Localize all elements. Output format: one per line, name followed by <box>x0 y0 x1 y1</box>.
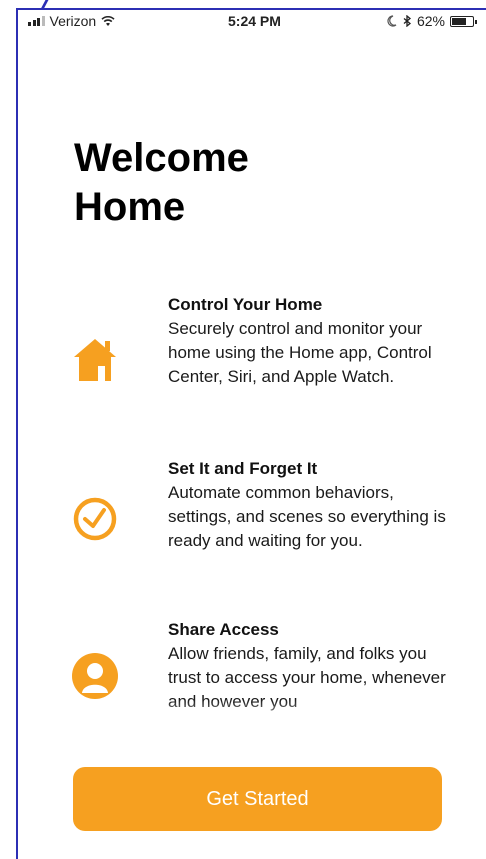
feature-text: Set It and Forget It Automate common beh… <box>168 457 458 553</box>
clock-icon <box>73 497 117 541</box>
feature-heading: Control Your Home <box>168 295 323 314</box>
scroll-fade <box>100 700 480 750</box>
title-line-1: Welcome <box>74 136 249 180</box>
status-left: Verizon <box>28 13 115 29</box>
battery-percent: 62% <box>416 13 445 29</box>
feature-body: Securely control and monitor your home u… <box>168 319 432 386</box>
page-title: Welcome Home <box>74 134 374 232</box>
status-bar: Verizon 5:24 PM 62% <box>18 9 484 35</box>
feature-heading: Set It and Forget It <box>168 459 318 478</box>
status-right: 62% <box>387 13 477 29</box>
get-started-button[interactable]: Get Started <box>73 767 442 831</box>
signal-icon <box>28 16 45 26</box>
wifi-icon <box>101 15 115 26</box>
feature-text: Control Your Home Securely control and m… <box>168 293 458 389</box>
feature-heading: Share Access <box>168 620 279 639</box>
title-line-2: Home <box>74 185 186 229</box>
battery-icon <box>450 15 477 27</box>
feature-body: Automate common behaviors, settings, and… <box>168 483 446 550</box>
carrier-label: Verizon <box>49 13 97 29</box>
house-icon <box>74 339 116 381</box>
status-time: 5:24 PM <box>228 13 281 29</box>
moon-icon <box>387 15 397 27</box>
bluetooth-icon <box>403 15 411 27</box>
person-icon <box>72 653 118 699</box>
